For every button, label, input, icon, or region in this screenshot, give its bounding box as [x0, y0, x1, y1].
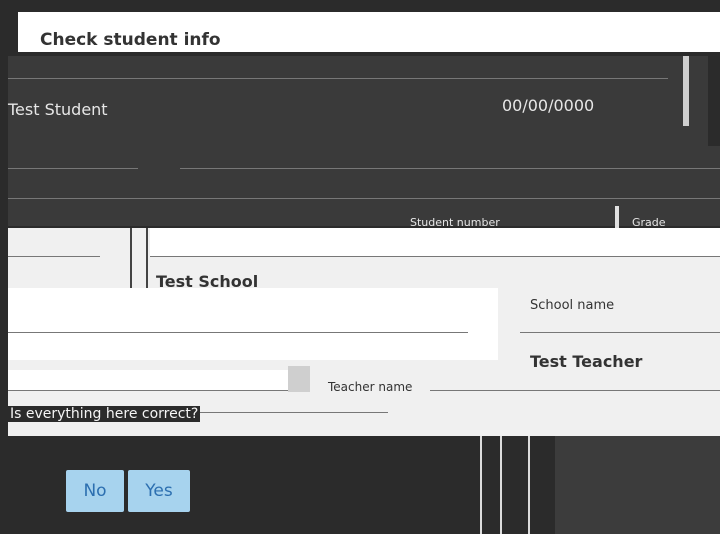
- no-button[interactable]: No: [66, 470, 124, 512]
- teacher-field[interactable]: [8, 370, 288, 390]
- student-row: [8, 56, 708, 146]
- dialog-title: Check student info: [40, 30, 221, 50]
- school-label: School name: [530, 298, 615, 313]
- student-detail-row: [8, 146, 720, 226]
- student-dob: 00/00/0000: [502, 96, 595, 115]
- confirm-question: Is everything here correct?: [8, 406, 201, 422]
- teacher-label: Teacher name: [328, 380, 413, 394]
- student-name: Test Student: [8, 100, 108, 119]
- teacher-value: Test Teacher: [530, 352, 643, 371]
- school-field[interactable]: [8, 288, 498, 360]
- yes-button[interactable]: Yes: [128, 470, 190, 512]
